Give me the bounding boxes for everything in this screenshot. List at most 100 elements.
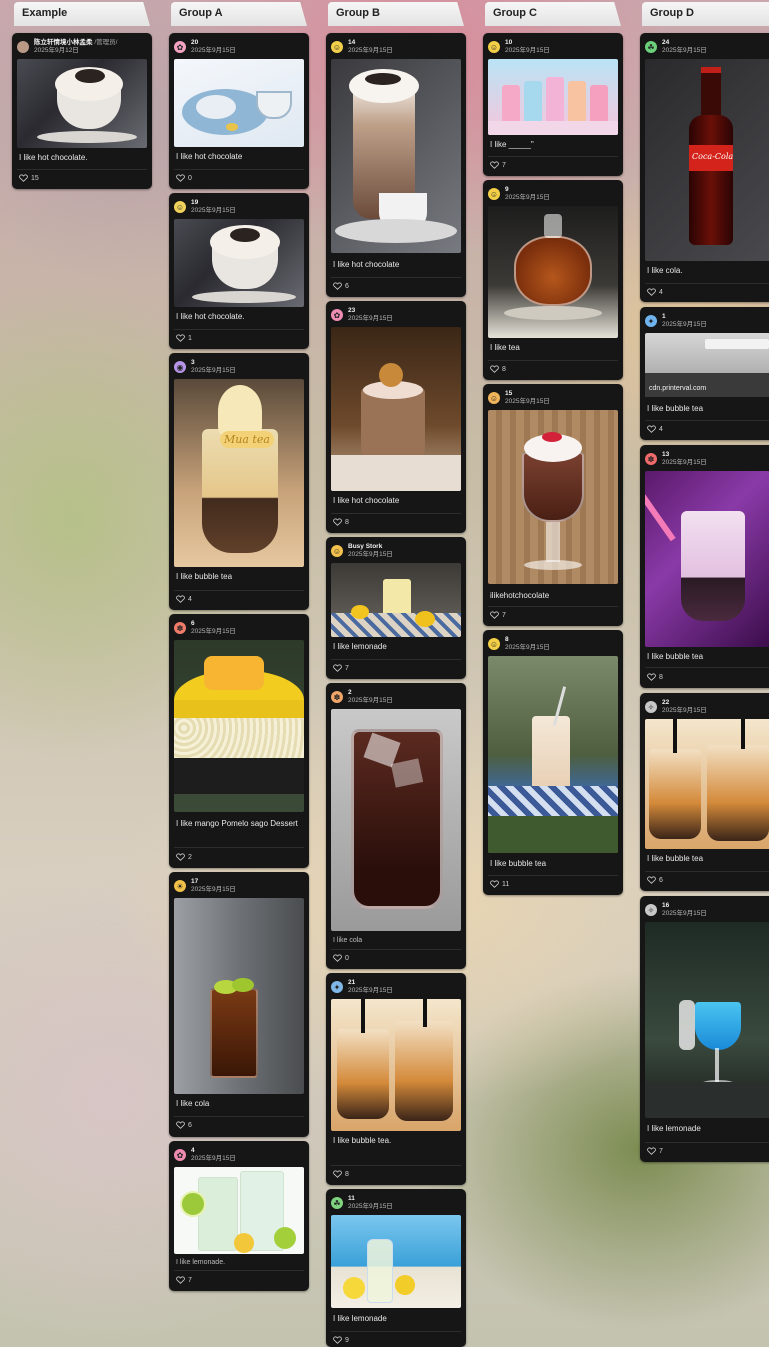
post-image-drinks[interactable] — [488, 59, 618, 135]
heart-outline-icon[interactable] — [176, 1276, 185, 1284]
heart-outline-icon[interactable] — [647, 1147, 656, 1155]
heart-outline-icon[interactable] — [333, 1336, 342, 1344]
post-card[interactable]: ✿ 23 2025年9月15日 I like hot chocolate 8 — [326, 301, 466, 533]
avatar[interactable]: ☘ — [331, 1197, 343, 1209]
likes: 7 — [176, 1276, 192, 1284]
post-card[interactable]: ☀ 17 2025年9月15日 I like cola 6 — [169, 872, 309, 1137]
heart-outline-icon[interactable] — [19, 174, 28, 182]
avatar[interactable]: ☺ — [488, 392, 500, 404]
avatar[interactable]: ☺ — [331, 545, 343, 557]
heart-outline-icon[interactable] — [490, 611, 499, 619]
post-card[interactable]: ☘ 24 2025年9月15日 Coca-Cola I like cola. 4 — [640, 33, 769, 302]
heart-outline-icon[interactable] — [647, 288, 656, 296]
post-image-bubble-tea[interactable] — [645, 719, 769, 849]
post-image-lemonade[interactable] — [331, 1215, 461, 1308]
post-caption: I like bubble tea — [647, 652, 704, 661]
post-card[interactable]: ✿ 20 2025年9月15日 I like hot chocolate 0 — [169, 33, 309, 189]
avatar[interactable]: ☀ — [174, 880, 186, 892]
post-card[interactable]: ☺ 10 2025年9月15日 I like _____" 7 — [483, 33, 623, 176]
post-card[interactable]: ◉ 3 2025年9月15日 Mua tea I like bubble tea … — [169, 353, 309, 610]
avatar[interactable]: ✦ — [645, 315, 657, 327]
avatar[interactable]: ☺ — [488, 188, 500, 200]
card-divider — [331, 659, 461, 660]
avatar[interactable]: ✽ — [174, 622, 186, 634]
avatar[interactable]: ☺ — [488, 41, 500, 53]
post-image-cola[interactable] — [331, 709, 461, 931]
avatar[interactable]: ☺ — [331, 41, 343, 53]
post-image-hot-chocolate[interactable] — [174, 219, 304, 307]
post-image-bubble-tea[interactable] — [331, 999, 461, 1131]
heart-outline-icon[interactable] — [490, 161, 499, 169]
heart-outline-icon[interactable] — [490, 880, 499, 888]
post-card[interactable]: ☺ Busy Stork 2025年9月15日 I like lemonade 7 — [326, 537, 466, 679]
post-card[interactable]: ☺ 9 2025年9月15日 I like tea 8 — [483, 180, 623, 380]
post-image-lemonade[interactable] — [645, 922, 769, 1118]
post-image-lemonade[interactable] — [174, 1167, 304, 1254]
heart-outline-icon[interactable] — [333, 954, 342, 962]
post-image-cola-bottle[interactable]: Coca-Cola — [645, 59, 769, 261]
post-card[interactable]: ✦ 21 2025年9月15日 I like bubble tea. 8 — [326, 973, 466, 1185]
column-example: Example 陈立轩情境小林孟柔 /管理员/ 2025年9月12日 I lik… — [12, 0, 152, 189]
post-card[interactable]: ☺ 14 2025年9月15日 I like hot chocolate 6 — [326, 33, 466, 297]
post-card[interactable]: ✦ 1 2025年9月15日 cdn.printerval.com I like … — [640, 307, 769, 440]
post-image-hot-chocolate[interactable] — [17, 59, 147, 148]
post-card[interactable]: ☺ 19 2025年9月15日 I like hot chocolate. 1 — [169, 193, 309, 349]
post-author: 22 — [662, 699, 670, 706]
avatar[interactable]: ☘ — [645, 41, 657, 53]
post-card[interactable]: ✽ 6 2025年9月15日 I like mango Pomelo sago D… — [169, 614, 309, 868]
post-image-bubble-tea[interactable]: Mua tea — [174, 379, 304, 567]
heart-outline-icon[interactable] — [176, 853, 185, 861]
avatar[interactable]: ✧ — [645, 701, 657, 713]
post-card[interactable]: ✽ 13 2025年9月15日 I like bubble tea 8 — [640, 445, 769, 688]
avatar[interactable]: ☺ — [488, 638, 500, 650]
column-header: Group C — [485, 2, 621, 26]
avatar[interactable]: ✿ — [174, 1149, 186, 1161]
heart-outline-icon[interactable] — [333, 518, 342, 526]
heart-outline-icon[interactable] — [333, 664, 342, 672]
post-image-hot-chocolate[interactable] — [174, 59, 304, 147]
post-image-tea[interactable] — [488, 206, 618, 338]
post-card[interactable]: ✿ 4 2025年9月15日 I like lemonade. 7 — [169, 1141, 309, 1291]
post-caption: I like mango Pomelo sago Dessert — [176, 819, 298, 828]
heart-outline-icon[interactable] — [176, 1121, 185, 1129]
avatar[interactable]: ✽ — [645, 453, 657, 465]
post-image-hot-chocolate[interactable] — [331, 327, 461, 491]
post-caption: I like bubble tea — [490, 859, 547, 868]
avatar[interactable]: ✽ — [331, 691, 343, 703]
post-card[interactable]: ✧ 22 2025年9月15日 I like bubble tea 6 — [640, 693, 769, 891]
avatar[interactable]: ✿ — [331, 309, 343, 321]
post-card[interactable]: ✽ 2 2025年9月15日 I like cola 0 — [326, 683, 466, 969]
post-image-lemonade[interactable] — [331, 563, 461, 637]
post-card[interactable]: ☺ 15 2025年9月15日 ilikehotchocolate 7 — [483, 384, 623, 626]
post-card[interactable]: ☺ 8 2025年9月15日 I like bubble tea 11 — [483, 630, 623, 895]
post-author: 4 — [191, 1147, 195, 1154]
avatar[interactable]: ✧ — [645, 904, 657, 916]
avatar[interactable]: ◉ — [174, 361, 186, 373]
heart-outline-icon[interactable] — [176, 595, 185, 603]
post-image-cola[interactable] — [174, 898, 304, 1094]
heart-outline-icon[interactable] — [647, 425, 656, 433]
heart-outline-icon[interactable] — [176, 334, 185, 342]
like-count: 6 — [345, 282, 349, 290]
post-image-bubble-tea[interactable]: cdn.printerval.com — [645, 333, 769, 397]
avatar[interactable]: ☺ — [174, 201, 186, 213]
post-image-hot-chocolate[interactable] — [488, 410, 618, 584]
heart-outline-icon[interactable] — [647, 673, 656, 681]
post-card[interactable]: ☘ 11 2025年9月15日 I like lemonade 9 — [326, 1189, 466, 1347]
heart-outline-icon[interactable] — [647, 876, 656, 884]
post-card[interactable]: 陈立轩情境小林孟柔 /管理员/ 2025年9月12日 I like hot ch… — [12, 33, 152, 189]
post-image-mango-dessert[interactable] — [174, 640, 304, 812]
heart-outline-icon[interactable] — [490, 365, 499, 373]
post-author: 10 — [505, 39, 513, 46]
post-card[interactable]: ✧ 16 2025年9月15日 I like lemonade 7 — [640, 896, 769, 1162]
heart-outline-icon[interactable] — [333, 1170, 342, 1178]
post-image-bubble-tea[interactable] — [488, 656, 618, 853]
avatar[interactable] — [17, 41, 29, 53]
card-divider — [645, 1142, 769, 1143]
avatar[interactable]: ✦ — [331, 981, 343, 993]
post-image-bubble-tea[interactable] — [645, 471, 769, 647]
avatar[interactable]: ✿ — [174, 41, 186, 53]
heart-outline-icon[interactable] — [333, 282, 342, 290]
heart-outline-icon[interactable] — [176, 174, 185, 182]
post-image-hot-chocolate[interactable] — [331, 59, 461, 253]
